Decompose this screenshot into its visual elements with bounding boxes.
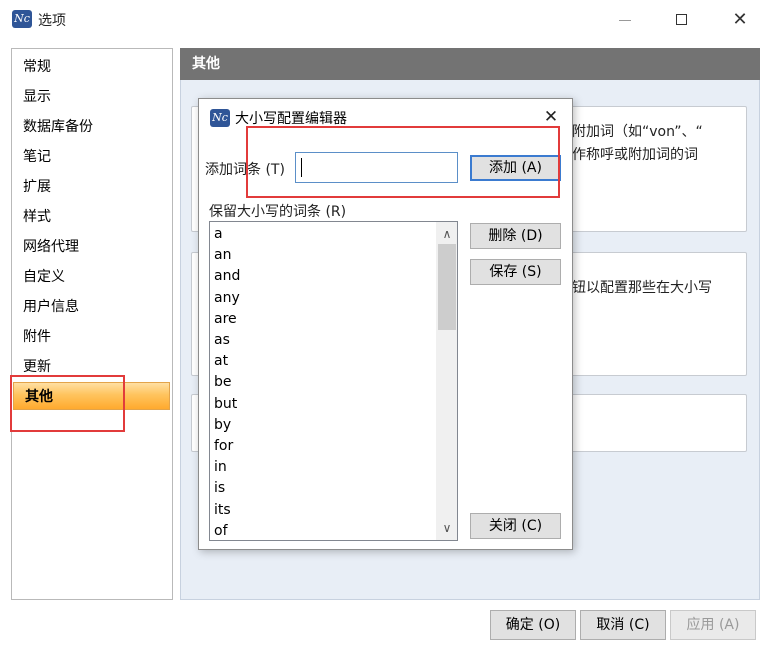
list-item[interactable]: are xyxy=(214,309,237,330)
list-item[interactable]: by xyxy=(214,415,231,436)
title-bar: Nc 选项 ✕ xyxy=(0,0,770,40)
list-item[interactable]: as xyxy=(214,330,230,351)
maximize-button[interactable] xyxy=(662,6,702,34)
highlight-box-add-term xyxy=(246,126,560,198)
list-item[interactable]: of xyxy=(214,521,228,540)
sidebar-item-extensions[interactable]: 扩展 xyxy=(12,173,172,201)
minimize-button[interactable] xyxy=(605,6,645,34)
save-button[interactable]: 保存 (S) xyxy=(470,259,561,285)
list-item[interactable]: at xyxy=(214,351,228,372)
list-item[interactable]: its xyxy=(214,500,231,521)
dialog-app-icon: Nc xyxy=(210,109,230,127)
scroll-thumb[interactable] xyxy=(438,244,456,330)
list-item[interactable]: be xyxy=(214,372,232,393)
close-icon: ✕ xyxy=(543,107,559,127)
sidebar-item-styles[interactable]: 样式 xyxy=(12,203,172,231)
list-item[interactable]: is xyxy=(214,478,225,499)
dialog-close-action-button[interactable]: 关闭 (C) xyxy=(470,513,561,539)
sidebar-item-attachments[interactable]: 附件 xyxy=(12,323,172,351)
app-logo-icon: Nc xyxy=(12,10,32,28)
preserved-terms-list[interactable]: a an and any are as at be but by for in … xyxy=(209,221,458,541)
window-close-button[interactable]: ✕ xyxy=(720,6,760,34)
group1-text-line2: 作称呼或附加词的词 xyxy=(572,147,698,163)
minimize-icon xyxy=(619,20,631,21)
dialog-title: 大小写配置编辑器 xyxy=(235,111,347,127)
sidebar-item-general[interactable]: 常规 xyxy=(12,53,172,81)
ok-button[interactable]: 确定 (O) xyxy=(490,610,576,640)
group1-text-line1: 附加词（如“von”、“ xyxy=(572,124,703,140)
scroll-up-icon[interactable]: ∧ xyxy=(436,224,457,244)
list-item[interactable]: a xyxy=(214,224,223,245)
sidebar-item-display[interactable]: 显示 xyxy=(12,83,172,111)
maximize-icon xyxy=(676,14,687,25)
list-item[interactable]: for xyxy=(214,436,233,457)
sidebar-item-proxy[interactable]: 网络代理 xyxy=(12,233,172,261)
window-title: 选项 xyxy=(38,13,66,29)
list-item[interactable]: any xyxy=(214,288,240,309)
list-item[interactable]: but xyxy=(214,394,237,415)
list-item[interactable]: an xyxy=(214,245,231,266)
list-item[interactable]: and xyxy=(214,266,240,287)
delete-button[interactable]: 删除 (D) xyxy=(470,223,561,249)
section-header: 其他 xyxy=(180,48,760,80)
sidebar-item-user-info[interactable]: 用户信息 xyxy=(12,293,172,321)
sidebar-item-database-backup[interactable]: 数据库备份 xyxy=(12,113,172,141)
list-scrollbar[interactable]: ∧ ∨ xyxy=(436,222,457,540)
preserved-terms-label: 保留大小写的词条 (R) xyxy=(209,204,347,220)
list-item[interactable]: in xyxy=(214,457,227,478)
cancel-button[interactable]: 取消 (C) xyxy=(580,610,666,640)
apply-button[interactable]: 应用 (A) xyxy=(670,610,756,640)
group2-text-line1: 钮以配置那些在大小写 xyxy=(572,280,712,296)
highlight-box-other-item xyxy=(10,375,125,432)
sidebar-item-notes[interactable]: 笔记 xyxy=(12,143,172,171)
options-sidebar: 常规 显示 数据库备份 笔记 扩展 样式 网络代理 自定义 用户信息 附件 更新… xyxy=(11,48,173,600)
close-icon: ✕ xyxy=(732,9,748,30)
sidebar-item-custom[interactable]: 自定义 xyxy=(12,263,172,291)
scroll-down-icon[interactable]: ∨ xyxy=(436,518,457,538)
